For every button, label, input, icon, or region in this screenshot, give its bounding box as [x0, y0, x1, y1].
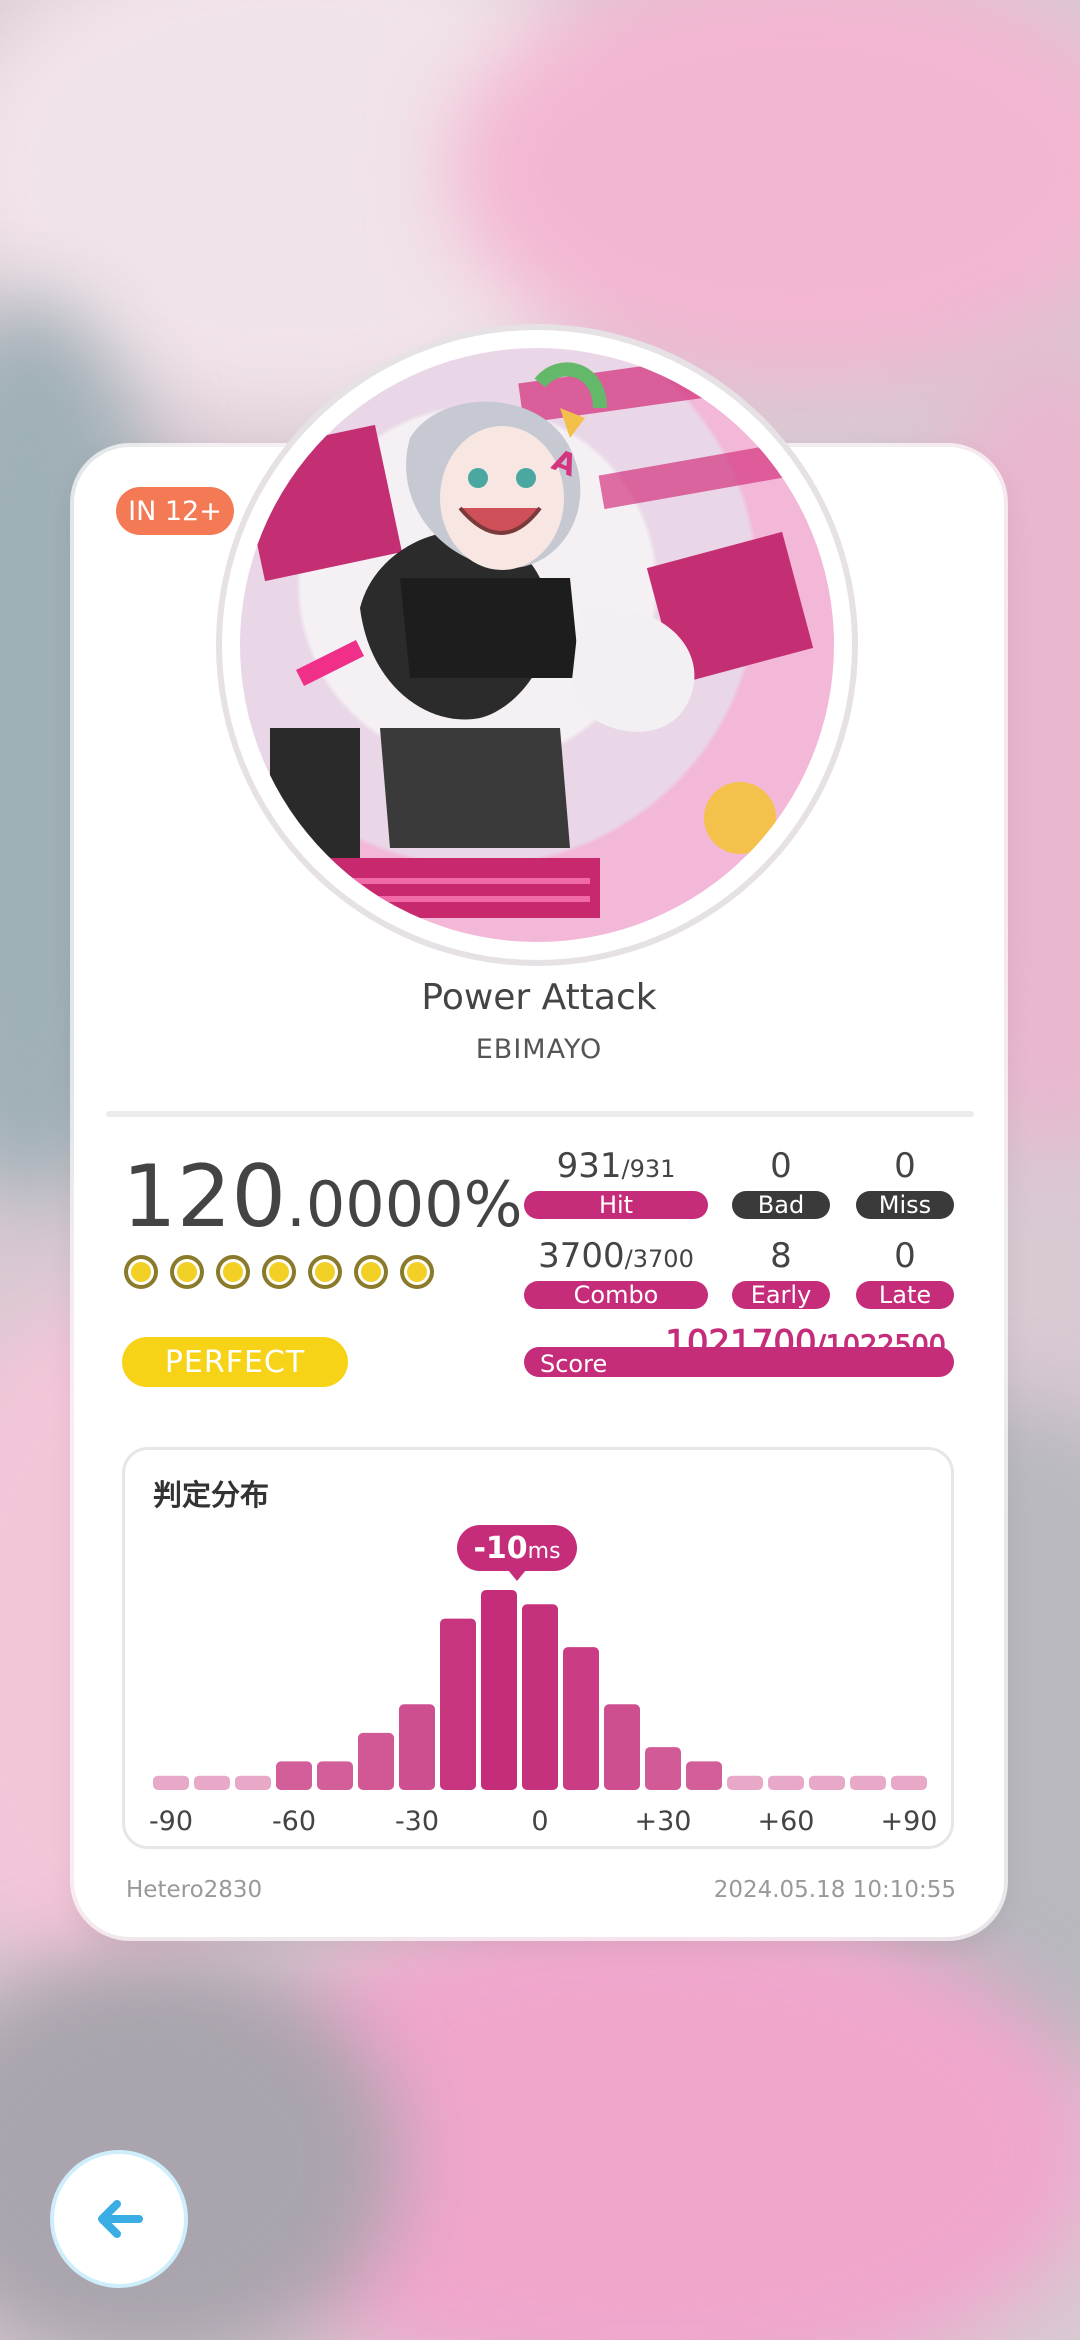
tick-label-+90: +90: [881, 1806, 938, 1837]
stat-bad: 0 Bad: [732, 1145, 830, 1219]
mean-offset-annotation: -10ms: [457, 1525, 577, 1581]
hit-total: /931: [621, 1155, 676, 1183]
distribution-bar--60: [276, 1761, 312, 1790]
rank-badge: PERFECT: [122, 1337, 348, 1387]
achievement-dot: [400, 1255, 434, 1289]
combo-value: 3700: [538, 1236, 625, 1276]
stat-hit: 931/931 Hit: [524, 1145, 708, 1219]
judgement-distribution-chart: 判定分布 -90 -60 -30 0 +30 +60 +90 -10ms: [122, 1447, 954, 1849]
distribution-bar--70: [235, 1775, 271, 1790]
late-value: 0: [894, 1236, 916, 1276]
score-bar: Score 1021700/1022500: [524, 1323, 954, 1378]
distribution-bar--50: [317, 1761, 353, 1790]
tick-label-+30: +30: [635, 1806, 692, 1837]
distribution-bar-+50: [727, 1775, 763, 1790]
tick-label--60: -60: [272, 1806, 316, 1837]
distribution-svg: -90 -60 -30 0 +30 +60 +90 -10ms: [149, 1525, 938, 1837]
combo-label: Combo: [524, 1281, 708, 1309]
achievement-dot: [354, 1255, 388, 1289]
distribution-bar--80: [194, 1775, 230, 1790]
distribution-bar--30: [399, 1704, 435, 1790]
back-button[interactable]: [50, 2150, 188, 2288]
tick-label-0: 0: [531, 1806, 548, 1837]
divider: [106, 1111, 974, 1117]
score-value: 1021700/1022500: [665, 1323, 947, 1364]
distribution-bar-+70: [809, 1775, 845, 1790]
distribution-bar--90: [153, 1775, 189, 1790]
bad-label: Bad: [732, 1191, 830, 1219]
achievement-dot: [262, 1255, 296, 1289]
combo-total: /3700: [624, 1245, 694, 1273]
bad-value: 0: [770, 1146, 792, 1186]
achievement-dot: [308, 1255, 342, 1289]
achievement-dot: [216, 1255, 250, 1289]
distribution-bar--40: [358, 1732, 394, 1790]
play-date: 2024.05.18 10:10:55: [713, 1877, 956, 1903]
difficulty-badge: IN 12+: [116, 487, 234, 535]
stat-late: 0 Late: [856, 1235, 954, 1309]
distribution-bar-+80: [850, 1775, 886, 1790]
early-label: Early: [732, 1281, 830, 1309]
early-value: 8: [770, 1236, 792, 1276]
achievement-dots: [124, 1255, 434, 1289]
stat-early: 8 Early: [732, 1235, 830, 1309]
hit-label: Hit: [524, 1191, 708, 1219]
distribution-bar-+40: [686, 1761, 722, 1790]
hit-value: 931: [556, 1146, 622, 1186]
arrow-left-icon: [98, 2200, 143, 2238]
tick-label--90: -90: [149, 1806, 193, 1837]
player-name: Hetero2830: [126, 1877, 263, 1903]
song-jacket: A: [222, 330, 852, 960]
distribution-bar-+10: [563, 1647, 599, 1790]
distribution-bar--20: [440, 1618, 476, 1790]
distribution-bar-+90: [891, 1775, 927, 1790]
song-artist: EBIMAYO: [475, 1034, 603, 1065]
jacket-illustration: A: [240, 352, 814, 928]
achievement-dot: [170, 1255, 204, 1289]
tick-label-+60: +60: [758, 1806, 815, 1837]
stat-miss: 0 Miss: [856, 1145, 954, 1219]
song-title: Power Attack: [421, 977, 657, 1018]
score-label: Score: [540, 1350, 608, 1378]
late-label: Late: [856, 1281, 954, 1309]
achievement-dot: [124, 1255, 158, 1289]
stat-combo: 3700/3700 Combo: [524, 1235, 708, 1309]
tick-label--30: -30: [395, 1806, 439, 1837]
accuracy: 120.0000%: [122, 1147, 523, 1247]
distribution-bar-+60: [768, 1775, 804, 1790]
distribution-bar--10: [481, 1590, 517, 1790]
jacket-artwork: A: [240, 348, 834, 942]
miss-value: 0: [894, 1146, 916, 1186]
distribution-bar-+20: [604, 1704, 640, 1790]
distribution-bar-0: [522, 1604, 558, 1790]
distribution-bar-+30: [645, 1747, 681, 1790]
miss-label: Miss: [856, 1191, 954, 1219]
